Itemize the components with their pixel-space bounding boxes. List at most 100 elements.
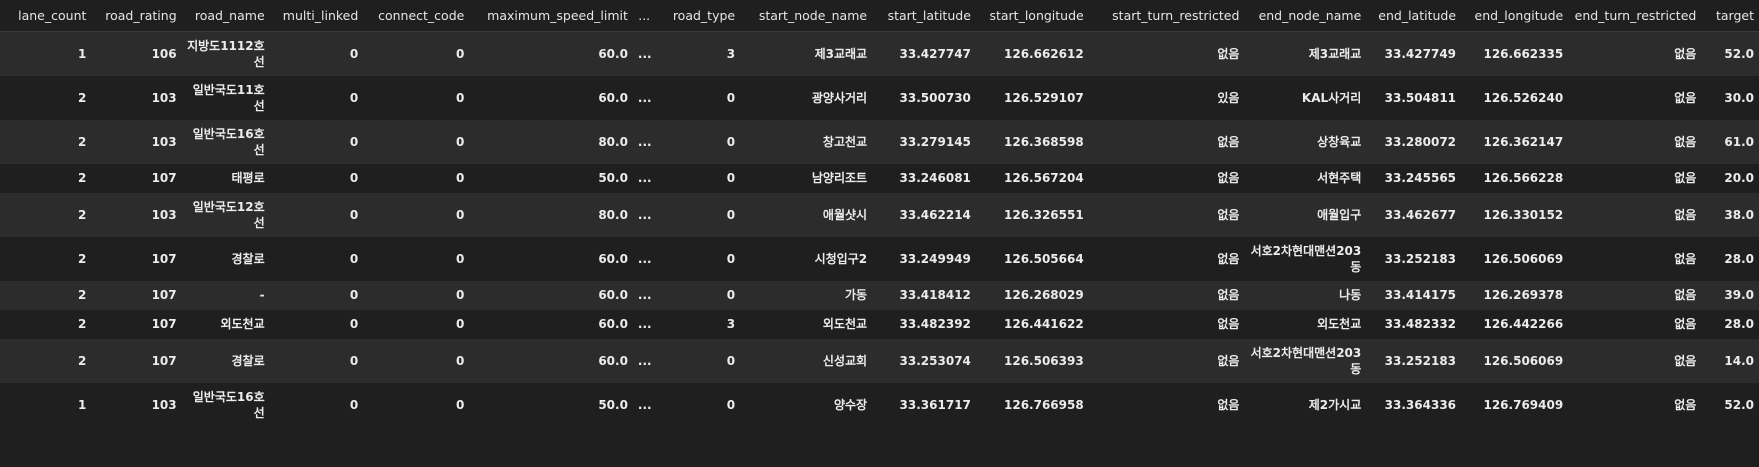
table-cell: 양수장	[740, 382, 873, 427]
table-cell: 창고천교	[740, 119, 873, 164]
table-cell: 38.0	[1701, 192, 1759, 237]
table-cell: KAL사거리	[1244, 75, 1367, 120]
table-cell: 126.529107	[975, 75, 1089, 120]
table-cell: 있음	[1088, 75, 1245, 120]
table-cell: 0	[269, 119, 364, 164]
table-cell: 2	[0, 192, 92, 237]
table-cell: 없음	[1568, 382, 1702, 427]
table-cell: 33.253074	[872, 338, 976, 383]
table-cell: 없음	[1088, 31, 1245, 76]
table-cell: 126.506393	[975, 338, 1089, 383]
table-cell: 33.462677	[1366, 192, 1462, 237]
table-cell: 제3교래교	[1244, 31, 1367, 76]
table-cell: 2	[0, 119, 92, 164]
table-cell: 없음	[1568, 75, 1702, 120]
column-header: road_rating	[91, 0, 182, 32]
table-cell: 일반국도12호선	[181, 192, 270, 237]
table-cell: 0	[655, 192, 741, 237]
table-cell: ...	[632, 163, 656, 193]
table-cell: 106	[91, 31, 182, 76]
table-cell: 107	[91, 280, 182, 310]
table-cell: 일반국도16호선	[181, 382, 270, 427]
table-cell: -	[181, 280, 270, 310]
table-cell: 없음	[1088, 338, 1245, 383]
table-cell: 126.506069	[1461, 338, 1569, 383]
table-body: 1 106 지방도1112호선 0 0 60.0... 3 제3교래교 33.427747 126…	[0, 31, 1759, 427]
table-cell: 0	[363, 163, 470, 193]
table-row: 2 107 태평로 0 0 50.0... 0 남양리조트 33.246081 126.56720…	[0, 163, 1759, 193]
column-header: lane_count	[0, 0, 92, 32]
table-cell: 60.0	[469, 280, 633, 310]
table-cell: 1	[0, 31, 92, 76]
table-cell: 2	[0, 338, 92, 383]
table-cell: 33.414175	[1366, 280, 1462, 310]
table-header: lane_count road_rating road_name multi_link…	[0, 0, 1759, 32]
table-row: 1 106 지방도1112호선 0 0 60.0... 3 제3교래교 33.427747 126…	[0, 31, 1759, 76]
table-cell: 0	[269, 338, 364, 383]
column-header: start_longitude	[975, 0, 1089, 32]
table-cell: 제3교래교	[740, 31, 873, 76]
column-header: road_name	[181, 0, 270, 32]
table-cell: 60.0	[469, 75, 633, 120]
table-cell: 126.662612	[975, 31, 1089, 76]
table-cell: 33.245565	[1366, 163, 1462, 193]
table-row: 2 107-0 0 60.0... 0 가동 33.418412 126.268029 없음 나동…	[0, 280, 1759, 310]
table-cell: 시청입구2	[740, 236, 873, 281]
column-header: multi_linked	[269, 0, 364, 32]
dataframe-table: lane_count road_rating road_name multi_link…	[0, 0, 1759, 427]
column-header: start_latitude	[872, 0, 976, 32]
dataframe-output: lane_count road_rating road_name multi_link…	[0, 0, 1759, 467]
table-cell: 2	[0, 236, 92, 281]
table-cell: 80.0	[469, 119, 633, 164]
table-cell: 52.0	[1701, 382, 1759, 427]
table-cell: 33.418412	[872, 280, 976, 310]
table-cell: ...	[632, 382, 656, 427]
table-cell: 107	[91, 163, 182, 193]
table-cell: 없음	[1568, 309, 1702, 339]
table-cell: 3	[655, 31, 741, 76]
column-header: target	[1701, 0, 1759, 32]
table-cell: 60.0	[469, 309, 633, 339]
table-cell: 28.0	[1701, 309, 1759, 339]
table-cell: 39.0	[1701, 280, 1759, 310]
table-cell: 광양사거리	[740, 75, 873, 120]
table-cell: 107	[91, 338, 182, 383]
table-cell: 60.0	[469, 236, 633, 281]
table-cell: 0	[655, 163, 741, 193]
table-cell: 0	[363, 382, 470, 427]
table-cell: 없음	[1568, 280, 1702, 310]
table-cell: 126.330152	[1461, 192, 1569, 237]
table-cell: 남양리조트	[740, 163, 873, 193]
table-cell: 0	[363, 31, 470, 76]
table-cell: 없음	[1088, 236, 1245, 281]
table-cell: 0	[269, 236, 364, 281]
table-cell: 33.504811	[1366, 75, 1462, 120]
table-cell: 33.427749	[1366, 31, 1462, 76]
table-cell: 서호2차현대맨션203동	[1244, 338, 1367, 383]
table-row: 2 103 일반국도11호선 0 0 60.0... 0 광양사거리 33.500730 126.…	[0, 75, 1759, 120]
table-cell: 126.566228	[1461, 163, 1569, 193]
header-row: lane_count road_rating road_name multi_link…	[0, 0, 1759, 32]
table-cell: 지방도1112호선	[181, 31, 270, 76]
table-cell: 33.500730	[872, 75, 976, 120]
table-cell: 60.0	[469, 31, 633, 76]
table-cell: 103	[91, 382, 182, 427]
table-cell: 2	[0, 163, 92, 193]
table-cell: 0	[363, 75, 470, 120]
table-cell: 외도천교	[1244, 309, 1367, 339]
table-cell: 33.252183	[1366, 338, 1462, 383]
table-cell: 33.252183	[1366, 236, 1462, 281]
table-cell: 30.0	[1701, 75, 1759, 120]
table-cell: ...	[632, 119, 656, 164]
column-header: end_latitude	[1366, 0, 1462, 32]
table-cell: 0	[655, 119, 741, 164]
table-cell: 50.0	[469, 163, 633, 193]
table-cell: 0	[269, 163, 364, 193]
table-cell: 제2가시교	[1244, 382, 1367, 427]
table-cell: 경찰로	[181, 338, 270, 383]
table-cell: 나동	[1244, 280, 1367, 310]
table-cell: 애월입구	[1244, 192, 1367, 237]
table-cell: 2	[0, 309, 92, 339]
table-cell: 서호2차현대맨션203동	[1244, 236, 1367, 281]
table-cell: 126.567204	[975, 163, 1089, 193]
